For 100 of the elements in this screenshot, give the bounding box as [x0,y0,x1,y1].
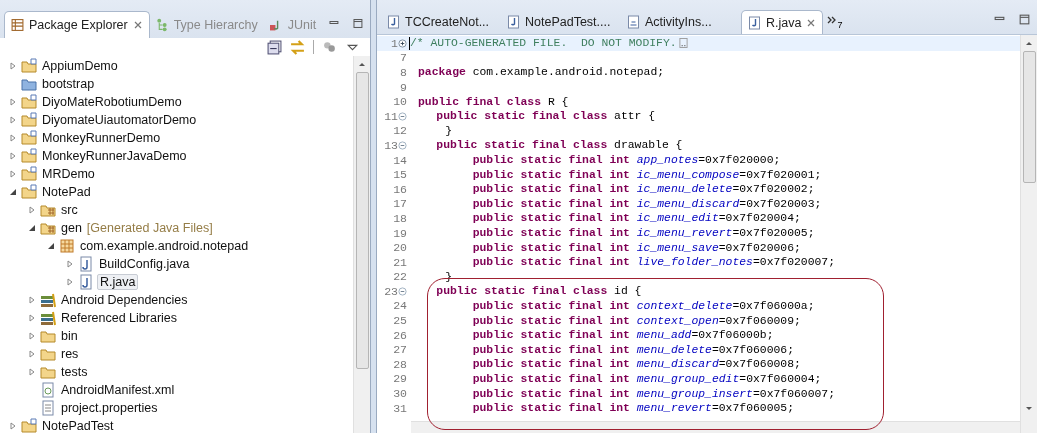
xml-file-icon [40,382,56,398]
library-icon [40,310,56,326]
scroll-down-icon[interactable] [1025,405,1033,413]
collapsed-arrow-icon[interactable] [9,170,17,178]
tree-item[interactable]: com.example.android.notepad [78,239,251,253]
link-arrows-icon[interactable] [290,39,305,55]
package-explorer-icon [11,18,24,32]
tree-item[interactable]: MRDemo [40,167,97,181]
tree-item[interactable]: MonkeyRunnerDemo [40,131,163,145]
collapsed-arrow-icon[interactable] [28,296,36,304]
collapse-fold-icon[interactable] [398,111,407,121]
expand-fold-icon[interactable] [398,38,407,48]
line-number: 20 [393,241,407,255]
code-comment: /* AUTO-GENERATED FILE. DO NOT MODIFY. [410,37,677,50]
line-number: 14 [393,153,407,167]
expanded-arrow-icon[interactable] [47,242,55,250]
collapsed-arrow-icon[interactable] [66,260,74,268]
scrollbar[interactable] [353,56,370,433]
tree-item[interactable]: gen [59,221,84,235]
java-file-icon [507,15,520,29]
expanded-arrow-icon[interactable] [9,188,17,196]
more-tabs-button[interactable]: 7 [823,12,847,34]
line-number: 26 [393,328,407,342]
tree-item[interactable]: Android Dependencies [59,293,190,307]
line-number: 18 [393,211,407,225]
collapsed-arrow-icon[interactable] [9,134,17,142]
source-folder-icon [40,202,56,218]
tree-item[interactable]: DiyomateUiautomatorDemo [40,113,199,127]
close-icon[interactable] [132,20,143,30]
folded-text-icon[interactable] [678,37,688,50]
code-line: public static final int ic_menu_delete=0x7f020002; [471,183,815,196]
text-cursor [409,36,410,50]
editor-tab[interactable]: ActivityIns... [621,10,741,34]
tree-item[interactable]: DiyoMateRobotiumDemo [40,95,184,109]
collapsed-arrow-icon[interactable] [28,314,36,322]
tree-item[interactable]: src [59,203,80,217]
project-folder-icon [21,148,37,164]
code-line: public static final class attr { [435,110,656,123]
tree-item[interactable]: tests [59,365,90,379]
maximize-icon[interactable] [352,17,364,30]
collapsed-arrow-icon[interactable] [9,422,17,430]
collapsed-arrow-icon[interactable] [9,98,17,106]
editor-tab[interactable]: NotePadTest.... [501,10,621,34]
view-tab[interactable]: Package Explorer [4,11,150,38]
collapse-fold-icon[interactable] [398,286,407,296]
java-file-icon [78,274,94,290]
code-line: public static final int ic_menu_save=0x7f020006; [471,241,801,254]
tree-item[interactable]: project.properties [59,401,160,415]
line-number: 7 [400,51,407,65]
maximize-icon[interactable] [1018,13,1031,26]
code-line: public final class R { [418,95,569,108]
collapsed-arrow-icon[interactable] [9,116,17,124]
tree-item[interactable]: res [59,347,81,361]
tree-item[interactable]: AppiumDemo [40,59,120,73]
code-line: public static final int menu_group_insert=0x7f060007; [471,387,835,400]
editor-tab[interactable]: TCCreateNot... [381,10,501,34]
line-number: 27 [393,343,407,357]
collapsed-arrow-icon[interactable] [28,206,36,214]
scrollbar[interactable] [1020,35,1037,433]
collapsed-arrow-icon[interactable] [28,350,36,358]
tree-item[interactable]: Referenced Libraries [59,311,180,325]
project-folder-icon [21,184,37,200]
folder-icon [21,76,37,92]
scroll-thumb[interactable] [1022,51,1036,183]
code-line: public static final int menu_add=0x7f06000b; [471,329,774,342]
code-line: public static final int context_delete=0x7f06000a; [471,300,815,312]
expanded-arrow-icon[interactable] [28,224,36,232]
line-number: 1 [391,36,398,50]
class-file-icon [627,15,640,29]
tree-item[interactable]: MonkeyRunnerJavaDemo [40,149,189,163]
scroll-thumb[interactable] [355,72,369,369]
tree-item[interactable]: bin [59,329,80,343]
line-number: 22 [393,270,407,284]
editor-tab[interactable]: R.java [741,10,824,34]
package-icon [59,238,75,254]
tree-item[interactable]: NotePad [40,185,93,199]
tree-item[interactable]: NotePadTest [40,419,116,433]
collapsed-arrow-icon[interactable] [9,62,17,70]
close-icon[interactable] [806,17,817,28]
collapsed-arrow-icon[interactable] [28,368,36,376]
project-folder-icon [21,166,37,182]
code-line: public static final int context_open=0x7f060009; [471,314,801,327]
tree-item[interactable]: R.java [97,274,139,290]
collapse-fold-icon[interactable] [398,140,407,150]
collapsed-arrow-icon[interactable] [9,152,17,160]
collapse-all-icon[interactable] [267,39,282,55]
java-file-icon [387,15,400,29]
collapsed-arrow-icon[interactable] [28,332,36,340]
library-icon [40,292,56,308]
hierarchy-icon [155,18,169,32]
filter-icon[interactable] [322,39,337,55]
tree-item[interactable]: bootstrap [40,77,97,91]
tree-item[interactable]: AndroidManifest.xml [59,383,177,397]
code-line: public static final int ic_menu_revert=0x7f020005; [471,227,815,239]
tree-item[interactable]: BuildConfig.java [97,257,192,271]
project-folder-icon [21,58,37,74]
collapsed-arrow-icon[interactable] [66,278,74,286]
scroll-up-icon[interactable] [358,60,366,68]
scroll-up-icon[interactable] [1025,39,1033,47]
line-number: 17 [393,197,407,211]
